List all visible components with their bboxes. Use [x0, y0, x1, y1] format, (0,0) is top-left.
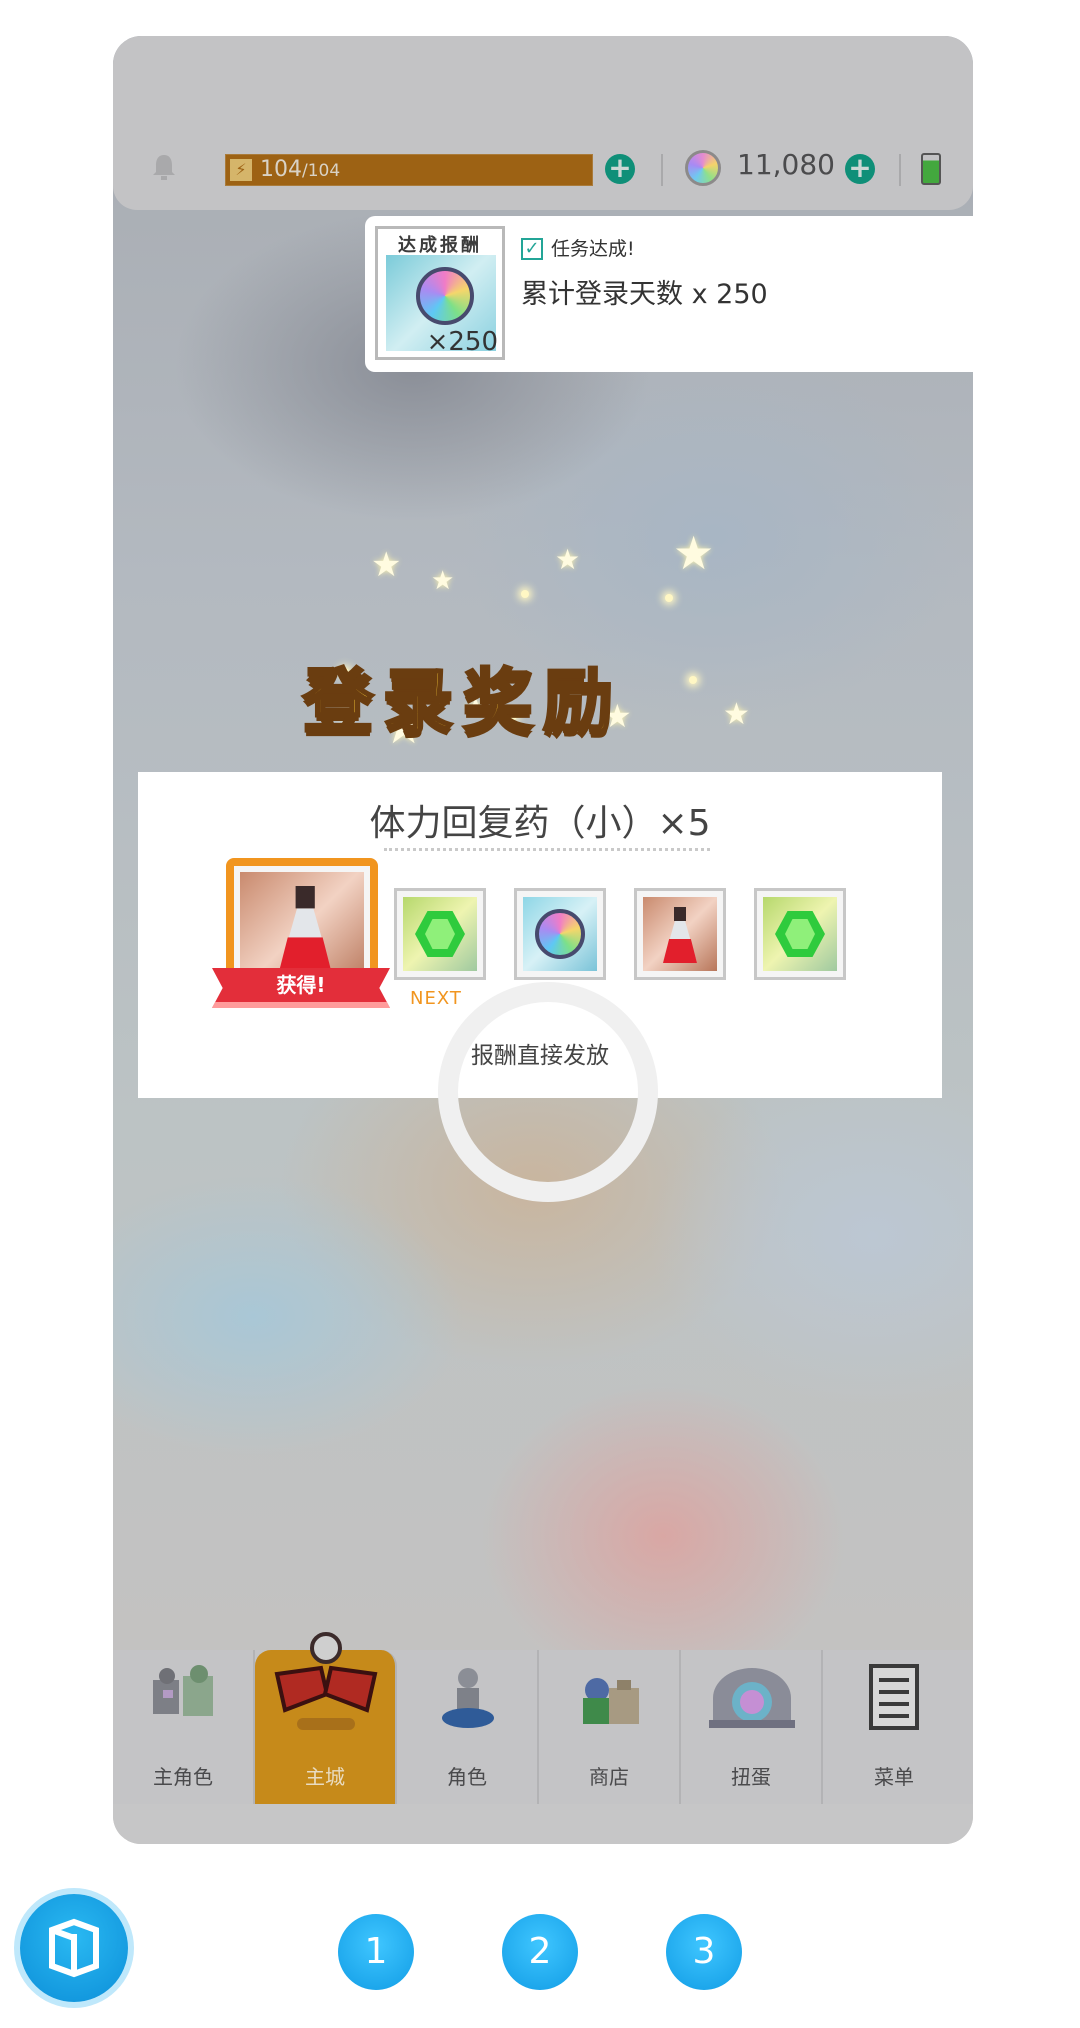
tab-shop[interactable]: 商店 — [539, 1650, 681, 1804]
page-button-2[interactable]: 2 — [502, 1914, 578, 1990]
tab-main-characters[interactable]: 主角色 — [113, 1650, 255, 1804]
potion-icon — [663, 907, 697, 963]
tab-bar-footer — [113, 1804, 973, 1844]
divider — [384, 848, 710, 851]
gacha-portal-icon — [709, 1668, 795, 1728]
tab-gacha[interactable]: 扭蛋 — [681, 1650, 823, 1804]
floating-app-button[interactable] — [20, 1894, 128, 2002]
tab-characters[interactable]: 角色 — [397, 1650, 539, 1804]
reward-image — [643, 897, 717, 971]
divider — [661, 154, 663, 186]
energy-value: 104/104 — [260, 157, 341, 182]
battery-icon — [921, 153, 941, 185]
tab-label: 商店 — [589, 1765, 629, 1789]
cube-icon — [49, 1918, 99, 1978]
gem-count: 11,080 — [737, 148, 835, 181]
lightning-icon: ⚡ — [230, 159, 252, 181]
knight-icon — [442, 1668, 494, 1728]
green-gem-icon — [775, 911, 825, 957]
shop-bags-icon — [583, 1678, 639, 1724]
tab-label: 角色 — [447, 1765, 487, 1789]
obtained-ribbon: 获得! — [212, 968, 390, 1008]
delivery-note: 报酬直接发放 — [471, 1043, 609, 1069]
status-bar: ⚡ 104/104 + 11,080 + — [113, 36, 973, 210]
sparkle — [521, 590, 529, 598]
characters-icon — [153, 1665, 213, 1716]
green-gem-icon — [415, 911, 465, 957]
achievement-reward-card: 达成报酬 ×250 — [375, 226, 505, 360]
bell-icon[interactable] — [149, 152, 179, 182]
tab-label: 主城 — [305, 1765, 345, 1789]
next-label: NEXT — [410, 988, 462, 1009]
tab-label: 扭蛋 — [731, 1765, 771, 1789]
login-bonus-title: 登录奖励 — [302, 660, 623, 745]
reward-image — [763, 897, 837, 971]
checkbox-icon: ✓ — [521, 238, 543, 260]
reward-slot[interactable] — [514, 888, 606, 980]
star-icon: ★ — [431, 566, 455, 596]
reward-quantity: ×250 — [426, 327, 498, 357]
login-bonus-panel: 体力回复药（小）×5 获得! NEXT 报酬直接发放 — [138, 772, 942, 1202]
reward-image — [403, 897, 477, 971]
star-icon: ★ — [555, 543, 581, 576]
gem-icon — [685, 150, 721, 186]
rainbow-gem-icon — [416, 267, 474, 325]
tab-label: 主角色 — [153, 1765, 213, 1789]
achievement-card-title: 达成报酬 — [398, 235, 482, 256]
add-gems-button[interactable]: + — [845, 154, 875, 184]
achievement-toast[interactable]: 达成报酬 ×250 ✓ 任务达成! 累计登录天数 x 250 — [365, 216, 973, 372]
bottom-tab-bar: 主角色 主城 角色 商店 扭蛋 菜单 — [113, 1632, 973, 1804]
page-button-1[interactable]: 1 — [338, 1914, 414, 1990]
tab-main-city[interactable]: 主城 — [255, 1632, 397, 1804]
tab-menu[interactable]: 菜单 — [823, 1650, 965, 1804]
add-energy-button[interactable]: + — [605, 154, 635, 184]
potion-icon — [278, 886, 333, 976]
star-icon: ★ — [723, 697, 750, 732]
tab-label: 菜单 — [874, 1765, 914, 1789]
reward-slot[interactable] — [634, 888, 726, 980]
menu-list-icon — [869, 1664, 919, 1730]
energy-bar: ⚡ 104/104 — [225, 154, 593, 186]
divider — [899, 154, 901, 186]
achievement-status: 任务达成! — [551, 238, 635, 260]
emblem-watermark — [438, 982, 658, 1202]
airship-icon — [274, 1632, 378, 1730]
star-icon: ★ — [673, 526, 715, 580]
reward-slot-next[interactable] — [394, 888, 486, 980]
game-screen: ⚡ 104/104 + 11,080 + 达成报酬 ×250 ✓ 任务达成! 累… — [113, 36, 973, 1844]
rainbow-gem-icon — [535, 909, 585, 959]
star-icon: ★ — [371, 545, 402, 585]
achievement-description: 累计登录天数 x 250 — [521, 279, 768, 310]
reward-name: 体力回复药（小）×5 — [369, 803, 711, 844]
sparkle — [665, 594, 673, 602]
page-button-3[interactable]: 3 — [666, 1914, 742, 1990]
reward-slot[interactable] — [754, 888, 846, 980]
reward-image — [523, 897, 597, 971]
